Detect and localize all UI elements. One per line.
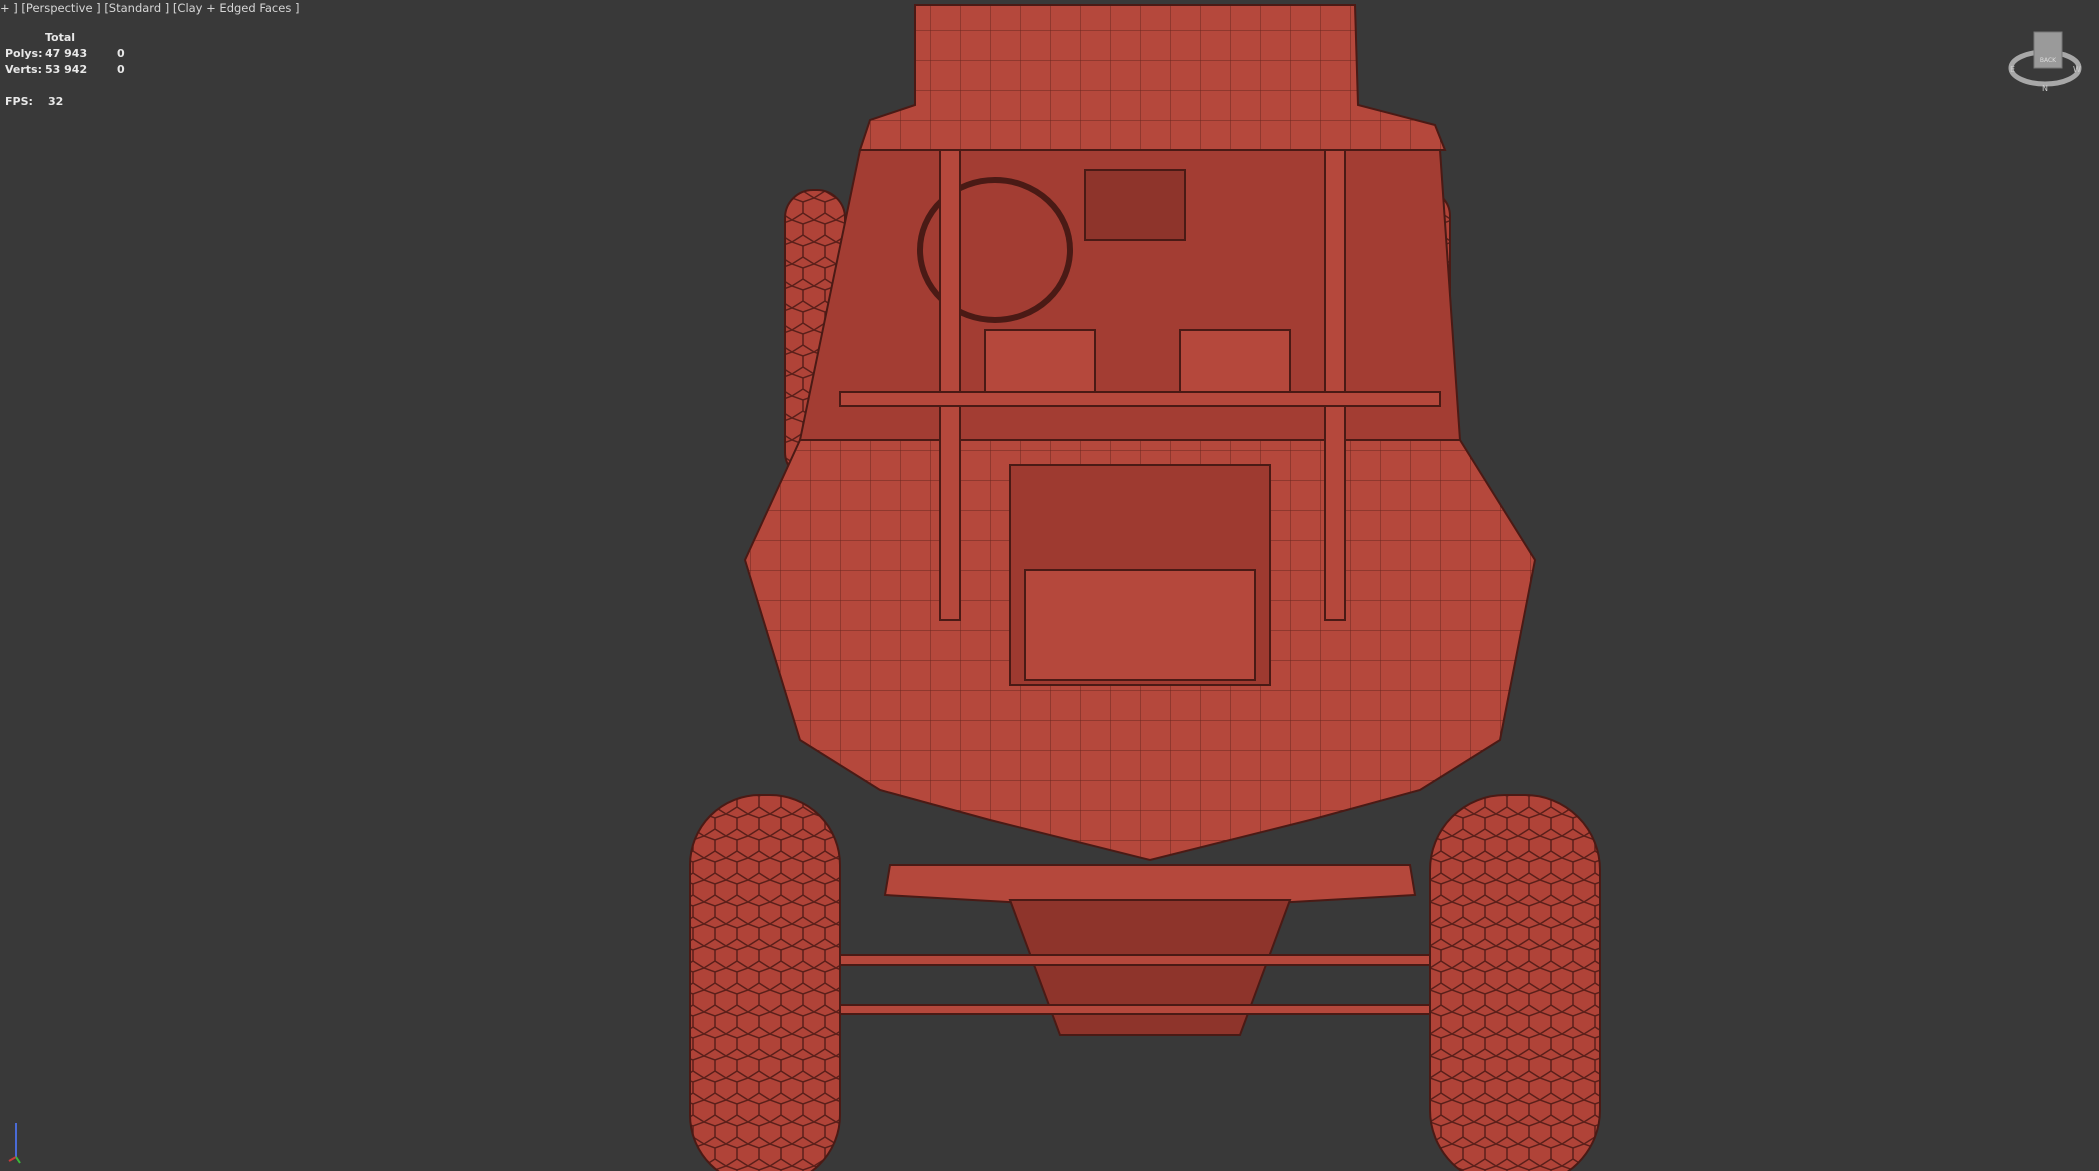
axis-gizmo-icon (8, 1123, 21, 1164)
polys-label: Polys: (5, 47, 43, 60)
front-right-wheel (1429, 794, 1601, 1171)
polys-total: 47 943 (45, 47, 88, 60)
polys-selected: 0 (117, 47, 125, 60)
viewport-label[interactable]: + ] [Perspective ] [Standard ] [Clay + E… (0, 1, 299, 15)
compass-n: N (2042, 84, 2048, 92)
fps-value: 32 (48, 95, 64, 108)
roof (858, 4, 1447, 151)
stats-header: Total (45, 31, 76, 44)
compass-w: W (2073, 65, 2081, 74)
viewport-model-buggy[interactable] (0, 0, 2099, 1171)
verts-total: 53 942 (45, 63, 88, 76)
verts-selected: 0 (117, 63, 125, 76)
verts-label: Verts: (5, 63, 43, 76)
front-left-wheel (689, 794, 841, 1171)
viewcube[interactable]: BACK E W N (2005, 28, 2085, 92)
fps-label: FPS: (5, 95, 33, 108)
compass-e: E (2010, 65, 2015, 74)
viewcube-face-label: BACK (2040, 57, 2057, 64)
